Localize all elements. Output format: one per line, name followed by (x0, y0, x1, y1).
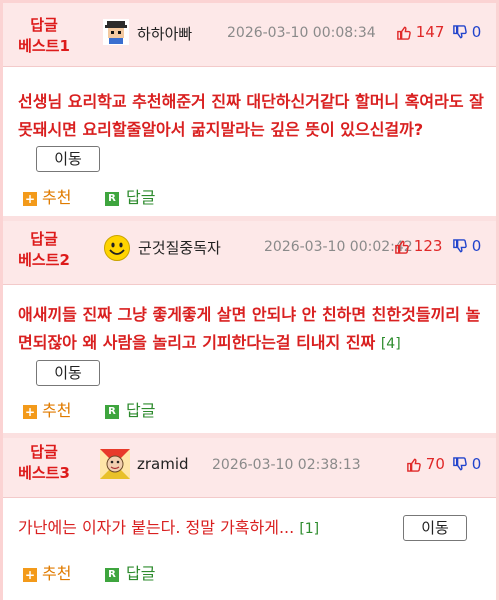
best-label-rank: 베스트1 (18, 37, 70, 55)
comment-body: 애새끼들 진짜 그냥 좋게좋게 살면 안되냐 안 친하면 친한것들끼리 놀면되잖… (18, 301, 488, 386)
upvote-count: 123 (413, 237, 443, 255)
downvote-count: 0 (471, 455, 482, 473)
downvote-button[interactable]: 0 (452, 455, 481, 473)
comment-header: 답글 베스트2 군것질중독자 2026-03-10 00:02:42 123 0 (3, 221, 496, 285)
best-badge: 답글 베스트1 (3, 15, 85, 57)
reply-button[interactable]: R 답글 (105, 560, 155, 584)
reply-icon: R (105, 191, 119, 206)
comment-body: 선생님 요리학교 추천해준거 진짜 대단하신거같다 할머니 혹여라도 잘못돼시면… (18, 88, 488, 172)
thumbs-up-icon (395, 240, 409, 254)
best-label-rank: 베스트2 (18, 251, 70, 269)
upvote-button[interactable]: 123 (394, 237, 442, 255)
upvote-button[interactable]: 70 (406, 455, 445, 473)
thumbs-up-icon (407, 458, 421, 472)
nickname[interactable]: 군것질중독자 (138, 237, 221, 258)
move-button[interactable]: 이동 (36, 145, 100, 172)
reply-button[interactable]: R 답글 (105, 397, 155, 421)
plus-icon: + (23, 404, 37, 419)
upvote-count: 147 (415, 23, 445, 41)
downvote-count: 0 (471, 237, 482, 255)
downvote-button[interactable]: 0 (452, 237, 481, 255)
nickname[interactable]: 하하아빠 (137, 23, 192, 44)
comment-body: 가난에는 이자가 붙는다. 정말 가혹하게... [1] 이동 (18, 514, 488, 543)
reply-label: 답글 (126, 188, 156, 207)
best-label-top: 답글 (30, 443, 58, 461)
smiley-face-avatar-icon[interactable] (103, 234, 131, 262)
reply-icon: R (105, 567, 119, 582)
downvote-button[interactable]: 0 (452, 23, 481, 41)
thumbs-up-icon (397, 26, 411, 40)
recommend-button[interactable]: + 추천 (23, 184, 71, 208)
upvote-button[interactable]: 147 (396, 23, 444, 41)
thumbs-down-icon (453, 239, 467, 253)
comment-date: 2026-03-10 00:08:34 (227, 25, 376, 41)
best-comment-3: 답글 베스트3 zramid 2026-03-10 02:38:13 70 0 … (3, 438, 496, 600)
best-label-rank: 베스트3 (18, 464, 70, 482)
best-label-top: 답글 (30, 16, 58, 34)
recommend-button[interactable]: + 추천 (23, 397, 71, 421)
reply-count[interactable]: [4] (381, 336, 401, 352)
move-button[interactable]: 이동 (36, 359, 100, 386)
character-face-avatar-icon[interactable] (100, 449, 130, 479)
plus-icon: + (23, 191, 37, 206)
upvote-count: 70 (425, 455, 445, 473)
reply-button[interactable]: R 답글 (105, 184, 155, 208)
comment-text: 애새끼들 진짜 그냥 좋게좋게 살면 안되냐 안 친하면 친한것들끼리 놀면되잖… (18, 305, 481, 352)
comment-date: 2026-03-10 00:02:42 (264, 239, 413, 255)
best-label-top: 답글 (30, 230, 58, 248)
best-comment-1: 답글 베스트1 하하아빠 2026-03-10 00:08:34 147 0 선… (3, 3, 496, 216)
move-button[interactable]: 이동 (403, 515, 467, 541)
comment-header: 답글 베스트1 하하아빠 2026-03-10 00:08:34 147 0 (3, 3, 496, 67)
nickname[interactable]: zramid (137, 455, 189, 473)
best-badge: 답글 베스트2 (3, 229, 85, 271)
plus-icon: + (23, 567, 37, 582)
pixel-character-avatar-icon[interactable] (103, 19, 129, 45)
recommend-label: 추천 (42, 564, 72, 583)
recommend-button[interactable]: + 추천 (23, 560, 71, 584)
reply-count[interactable]: [1] (299, 521, 319, 537)
thumbs-down-icon (453, 25, 467, 39)
recommend-label: 추천 (42, 188, 72, 207)
comment-date: 2026-03-10 02:38:13 (212, 457, 361, 473)
reply-label: 답글 (126, 564, 156, 583)
comment-text: 선생님 요리학교 추천해준거 진짜 대단하신거같다 할머니 혹여라도 잘못돼시면… (18, 92, 484, 139)
reply-icon: R (105, 404, 119, 419)
reply-label: 답글 (126, 401, 156, 420)
best-badge: 답글 베스트3 (3, 442, 85, 484)
comment-text: 가난에는 이자가 붙는다. 정말 가혹하게... (18, 518, 295, 537)
recommend-label: 추천 (42, 401, 72, 420)
downvote-count: 0 (471, 23, 482, 41)
thumbs-down-icon (453, 457, 467, 471)
comment-header: 답글 베스트3 zramid 2026-03-10 02:38:13 70 0 (3, 438, 496, 498)
best-comment-2: 답글 베스트2 군것질중독자 2026-03-10 00:02:42 123 0… (3, 221, 496, 433)
